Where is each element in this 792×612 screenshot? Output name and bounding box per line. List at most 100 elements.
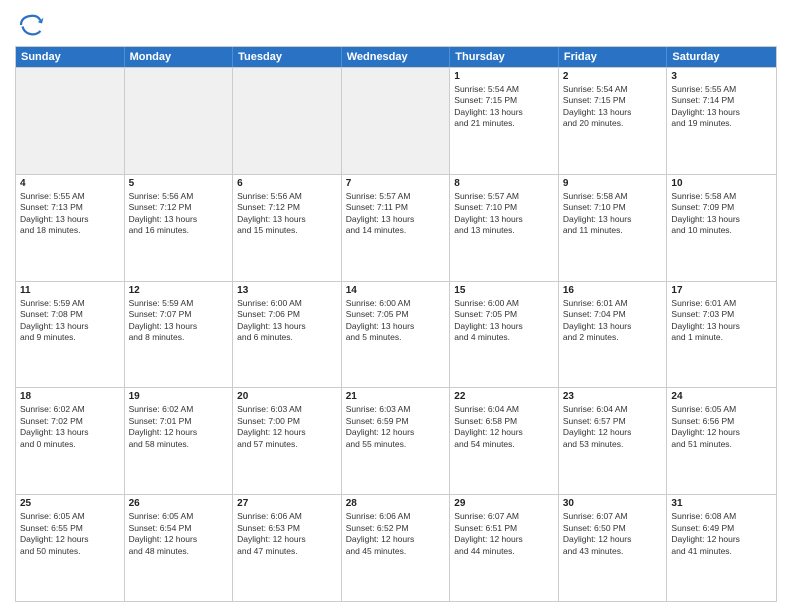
calendar-day-14: 14Sunrise: 6:00 AMSunset: 7:05 PMDayligh… [342,282,451,388]
day-number: 4 [20,178,120,189]
calendar-day-23: 23 Sunrise: 6:04 AMSunset: 6:57 PMDayligh… [559,388,668,494]
calendar-day-21: 21 Sunrise: 6:03 AMSunset: 6:59 PMDayligh… [342,388,451,494]
calendar-day-22: 22 Sunrise: 6:04 AMSunset: 6:58 PMDayligh… [450,388,559,494]
calendar-day-28: 28Sunrise: 6:06 AMSunset: 6:52 PMDayligh… [342,495,451,601]
page-header [15,10,777,40]
day-number: 29 [454,498,554,509]
weekday-header-thursday: Thursday [450,47,559,67]
day-info: Sunrise: 5:59 AMSunset: 7:08 PMDaylight:… [20,298,120,344]
day-info: Sunrise: 6:05 AMSunset: 6:56 PMDaylight:… [671,404,772,450]
weekday-header-friday: Friday [559,47,668,67]
day-number: 15 [454,285,554,296]
calendar-day-4: 4 Sunrise: 5:55 AMSunset: 7:13 PMDaylight… [16,175,125,281]
day-number: 21 [346,391,446,402]
calendar-day-1: 1 Sunrise: 5:54 AMSunset: 7:15 PMDaylight… [450,68,559,174]
calendar-day-18: 18 Sunrise: 6:02 AMSunset: 7:02 PMDayligh… [16,388,125,494]
weekday-header-wednesday: Wednesday [342,47,451,67]
logo-icon [15,10,45,40]
day-number: 18 [20,391,120,402]
day-info: Sunrise: 6:01 AMSunset: 7:03 PMDaylight:… [671,298,772,344]
day-number: 27 [237,498,337,509]
calendar-header: SundayMondayTuesdayWednesdayThursdayFrid… [16,47,776,67]
day-info: Sunrise: 5:54 AMSunset: 7:15 PMDaylight:… [563,84,663,130]
day-info: Sunrise: 6:00 AMSunset: 7:06 PMDaylight:… [237,298,337,344]
day-number: 16 [563,285,663,296]
day-info: Sunrise: 5:56 AMSunset: 7:12 PMDaylight:… [237,191,337,237]
day-number: 6 [237,178,337,189]
day-number: 23 [563,391,663,402]
page-container: SundayMondayTuesdayWednesdayThursdayFrid… [0,0,792,612]
calendar-day-5: 5 Sunrise: 5:56 AMSunset: 7:12 PMDaylight… [125,175,234,281]
day-number: 28 [346,498,446,509]
day-info: Sunrise: 6:04 AMSunset: 6:58 PMDaylight:… [454,404,554,450]
day-number: 2 [563,71,663,82]
day-number: 3 [671,71,772,82]
day-info: Sunrise: 5:55 AMSunset: 7:14 PMDaylight:… [671,84,772,130]
day-number: 7 [346,178,446,189]
calendar-day-empty [342,68,451,174]
day-info: Sunrise: 6:03 AMSunset: 6:59 PMDaylight:… [346,404,446,450]
day-number: 10 [671,178,772,189]
calendar-day-25: 25Sunrise: 6:05 AMSunset: 6:55 PMDayligh… [16,495,125,601]
day-info: Sunrise: 5:57 AMSunset: 7:10 PMDaylight:… [454,191,554,237]
day-info: Sunrise: 6:03 AMSunset: 7:00 PMDaylight:… [237,404,337,450]
day-number: 22 [454,391,554,402]
calendar-week-5: 25Sunrise: 6:05 AMSunset: 6:55 PMDayligh… [16,494,776,601]
weekday-header-tuesday: Tuesday [233,47,342,67]
day-number: 5 [129,178,229,189]
calendar-day-11: 11 Sunrise: 5:59 AMSunset: 7:08 PMDayligh… [16,282,125,388]
day-info: Sunrise: 6:02 AMSunset: 7:02 PMDaylight:… [20,404,120,450]
calendar-day-26: 26Sunrise: 6:05 AMSunset: 6:54 PMDayligh… [125,495,234,601]
day-number: 25 [20,498,120,509]
calendar-day-2: 2 Sunrise: 5:54 AMSunset: 7:15 PMDaylight… [559,68,668,174]
calendar-day-3: 3 Sunrise: 5:55 AMSunset: 7:14 PMDaylight… [667,68,776,174]
day-info: Sunrise: 5:55 AMSunset: 7:13 PMDaylight:… [20,191,120,237]
day-info: Sunrise: 6:04 AMSunset: 6:57 PMDaylight:… [563,404,663,450]
day-number: 9 [563,178,663,189]
calendar-day-29: 29Sunrise: 6:07 AMSunset: 6:51 PMDayligh… [450,495,559,601]
calendar-week-4: 18 Sunrise: 6:02 AMSunset: 7:02 PMDayligh… [16,387,776,494]
calendar-day-19: 19 Sunrise: 6:02 AMSunset: 7:01 PMDayligh… [125,388,234,494]
day-info: Sunrise: 6:06 AMSunset: 6:53 PMDaylight:… [237,511,337,557]
weekday-header-monday: Monday [125,47,234,67]
calendar-day-31: 31Sunrise: 6:08 AMSunset: 6:49 PMDayligh… [667,495,776,601]
day-info: Sunrise: 6:02 AMSunset: 7:01 PMDaylight:… [129,404,229,450]
day-info: Sunrise: 5:54 AMSunset: 7:15 PMDaylight:… [454,84,554,130]
calendar-day-15: 15 Sunrise: 6:00 AMSunset: 7:05 PMDayligh… [450,282,559,388]
calendar-week-2: 4 Sunrise: 5:55 AMSunset: 7:13 PMDaylight… [16,174,776,281]
day-info: Sunrise: 6:00 AMSunset: 7:05 PMDaylight:… [454,298,554,344]
calendar-day-10: 10Sunrise: 5:58 AMSunset: 7:09 PMDayligh… [667,175,776,281]
weekday-header-sunday: Sunday [16,47,125,67]
calendar-day-empty [125,68,234,174]
calendar-day-empty [233,68,342,174]
calendar-day-7: 7 Sunrise: 5:57 AMSunset: 7:11 PMDaylight… [342,175,451,281]
calendar-week-1: 1 Sunrise: 5:54 AMSunset: 7:15 PMDaylight… [16,67,776,174]
weekday-header-saturday: Saturday [667,47,776,67]
day-number: 1 [454,71,554,82]
day-number: 19 [129,391,229,402]
day-info: Sunrise: 5:57 AMSunset: 7:11 PMDaylight:… [346,191,446,237]
calendar-day-12: 12 Sunrise: 5:59 AMSunset: 7:07 PMDayligh… [125,282,234,388]
day-number: 17 [671,285,772,296]
calendar-day-16: 16 Sunrise: 6:01 AMSunset: 7:04 PMDayligh… [559,282,668,388]
day-info: Sunrise: 5:58 AMSunset: 7:10 PMDaylight:… [563,191,663,237]
calendar-day-30: 30Sunrise: 6:07 AMSunset: 6:50 PMDayligh… [559,495,668,601]
day-number: 12 [129,285,229,296]
day-number: 8 [454,178,554,189]
day-number: 13 [237,285,337,296]
day-number: 11 [20,285,120,296]
day-number: 26 [129,498,229,509]
day-number: 30 [563,498,663,509]
calendar-day-20: 20Sunrise: 6:03 AMSunset: 7:00 PMDayligh… [233,388,342,494]
calendar-day-17: 17 Sunrise: 6:01 AMSunset: 7:03 PMDayligh… [667,282,776,388]
calendar-day-13: 13 Sunrise: 6:00 AMSunset: 7:06 PMDayligh… [233,282,342,388]
day-info: Sunrise: 5:56 AMSunset: 7:12 PMDaylight:… [129,191,229,237]
calendar-body: 1 Sunrise: 5:54 AMSunset: 7:15 PMDaylight… [16,67,776,601]
calendar-day-27: 27 Sunrise: 6:06 AMSunset: 6:53 PMDayligh… [233,495,342,601]
day-number: 24 [671,391,772,402]
calendar: SundayMondayTuesdayWednesdayThursdayFrid… [15,46,777,602]
calendar-day-6: 6 Sunrise: 5:56 AMSunset: 7:12 PMDaylight… [233,175,342,281]
day-info: Sunrise: 6:01 AMSunset: 7:04 PMDaylight:… [563,298,663,344]
day-info: Sunrise: 6:00 AMSunset: 7:05 PMDaylight:… [346,298,446,344]
day-info: Sunrise: 5:59 AMSunset: 7:07 PMDaylight:… [129,298,229,344]
